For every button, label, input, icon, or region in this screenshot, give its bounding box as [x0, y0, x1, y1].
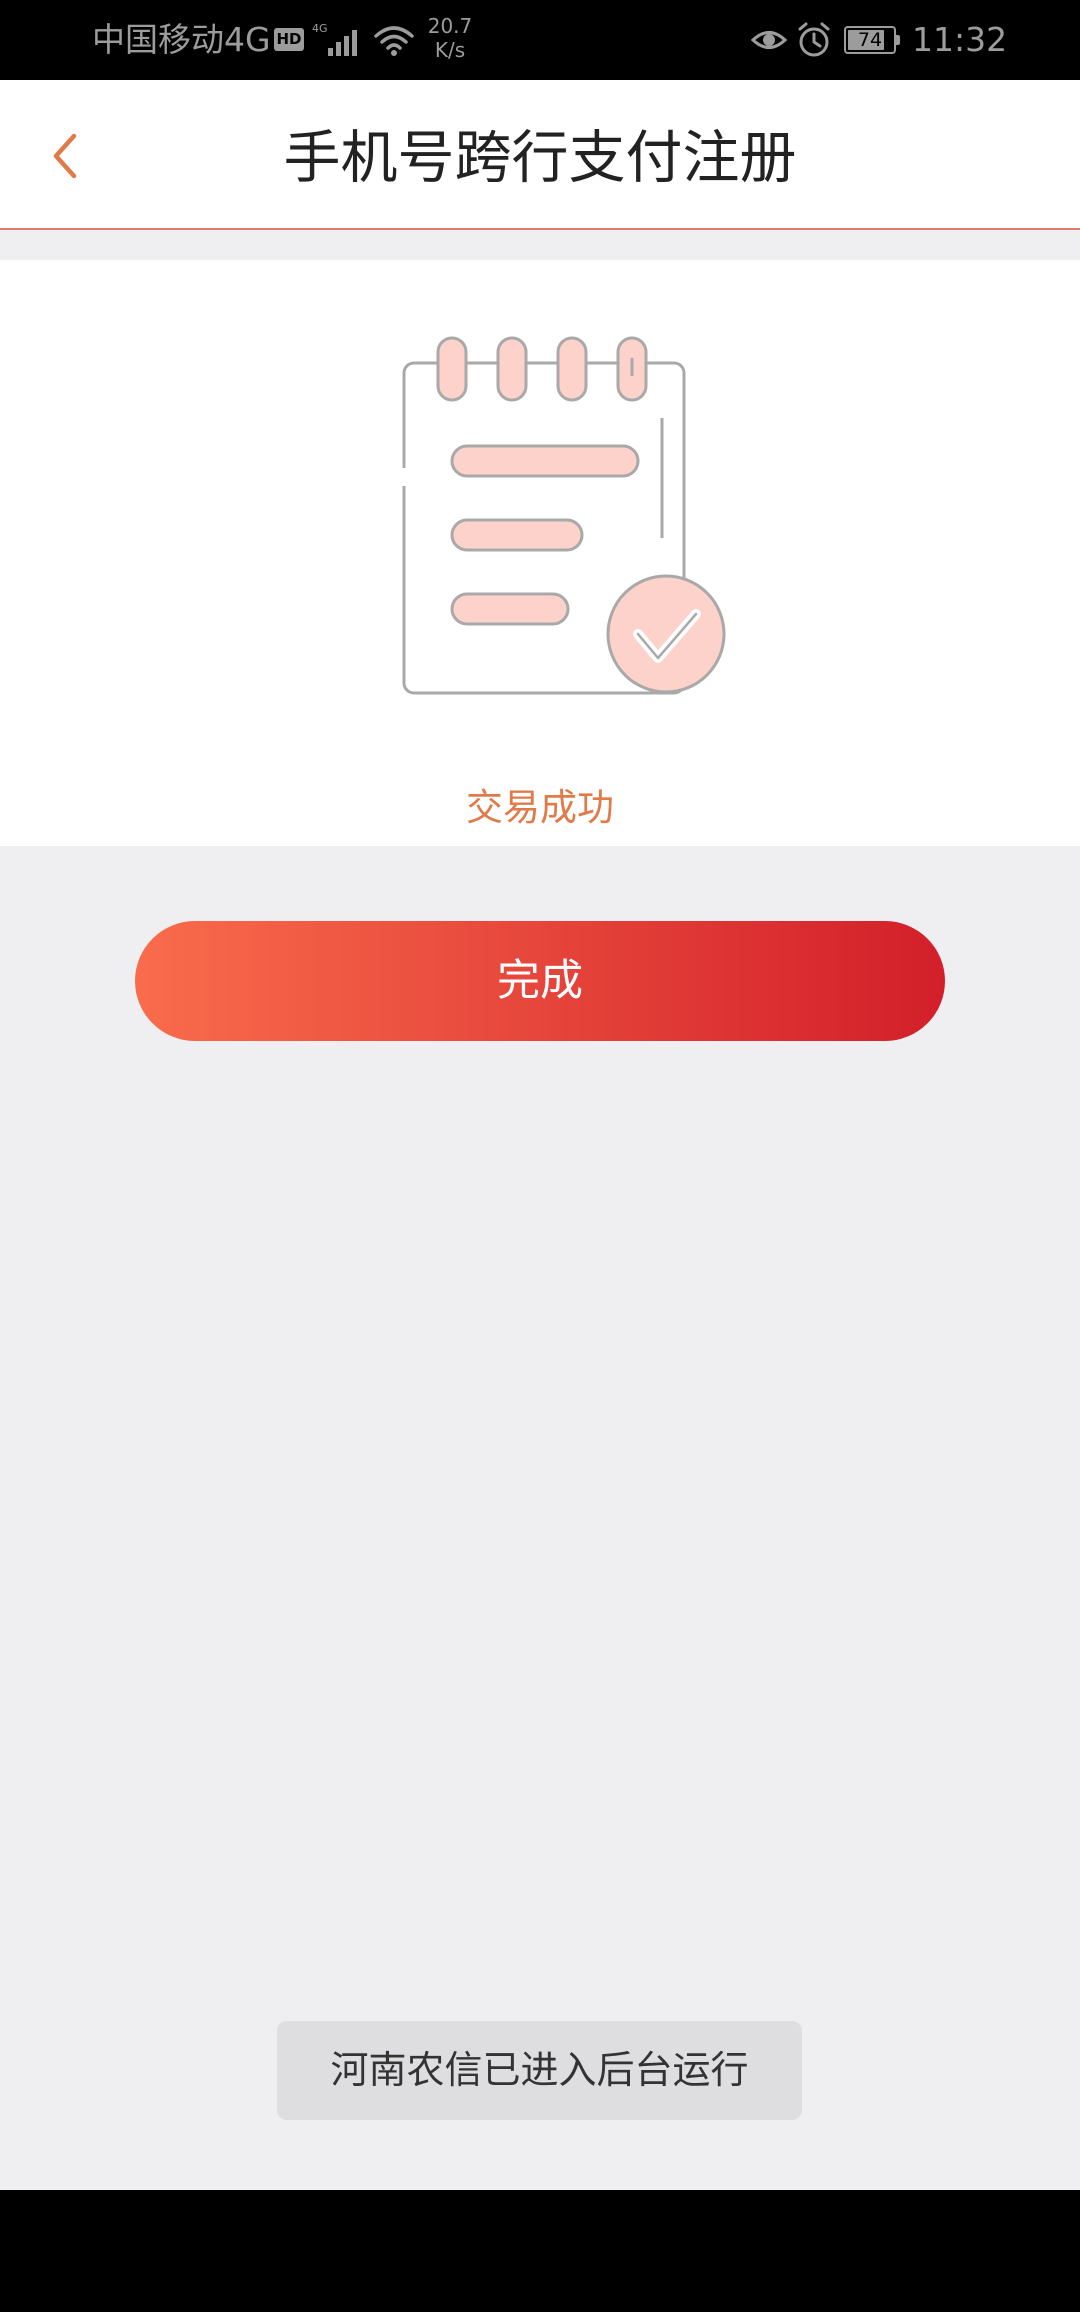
- wifi-icon: [374, 26, 414, 56]
- system-navigation-bar: [0, 2190, 1080, 2312]
- background-running-toast: 河南农信已进入后台运行: [277, 2021, 802, 2120]
- done-button[interactable]: 完成: [135, 921, 945, 1041]
- navigation-bar: 手机号跨行支付注册: [0, 80, 1080, 230]
- eye-comfort-icon: [750, 31, 788, 49]
- result-card: 交易成功: [0, 260, 1080, 846]
- svg-text:4G: 4G: [312, 22, 328, 35]
- battery-percent: 74: [857, 29, 883, 51]
- page-title: 手机号跨行支付注册: [283, 125, 797, 191]
- alarm-clock-icon: [798, 22, 830, 57]
- clock: 11:32: [912, 20, 1008, 59]
- status-bar: 中国移动4G HD 4G 20.7 K/s 74 11:32: [0, 0, 1080, 80]
- notepad-checkmark-icon: [401, 336, 726, 695]
- network-speed-unit: K/s: [434, 38, 466, 62]
- hd-badge: HD: [274, 28, 304, 51]
- battery-terminal: [896, 35, 900, 45]
- section-divider: [0, 232, 1080, 260]
- carrier-label: 中国移动4G: [92, 20, 271, 59]
- battery-icon: 74: [844, 26, 900, 54]
- network-speed: 20.7 K/s: [420, 14, 480, 62]
- network-speed-value: 20.7: [427, 14, 473, 38]
- signal-bars-icon: 4G: [312, 22, 357, 56]
- transaction-success-message: 交易成功: [466, 786, 614, 829]
